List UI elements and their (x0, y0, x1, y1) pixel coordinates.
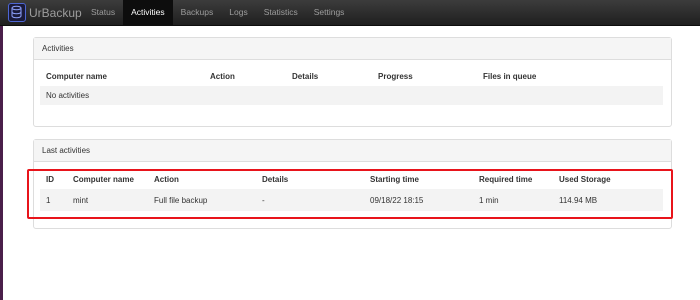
col-action[interactable]: Action (210, 67, 292, 86)
col-progress[interactable]: Progress (378, 67, 483, 86)
urbackup-logo-icon (8, 3, 26, 22)
nav-statistics[interactable]: Statistics (256, 0, 306, 25)
window-edge-strip (0, 0, 3, 300)
cell-used-storage: 114.94 MB (559, 189, 663, 211)
col-details[interactable]: Details (292, 67, 378, 86)
nav-logs[interactable]: Logs (221, 0, 255, 25)
last-activities-panel: Last activities ID Computer name Action … (33, 139, 672, 229)
nav-settings[interactable]: Settings (306, 0, 353, 25)
last-activities-table-header: ID Computer name Action Details Starting… (40, 170, 663, 189)
main-nav: Status Activities Backups Logs Statistic… (83, 0, 352, 25)
activities-panel-title: Activities (34, 38, 671, 60)
col-details[interactable]: Details (262, 170, 370, 189)
col-required-time[interactable]: Required time (479, 170, 559, 189)
brand-name: UrBackup (29, 5, 82, 20)
nav-status[interactable]: Status (83, 0, 123, 25)
no-activities-message: No activities (40, 86, 663, 105)
nav-activities[interactable]: Activities (123, 0, 173, 25)
nav-backups[interactable]: Backups (173, 0, 222, 25)
col-files-in-queue[interactable]: Files in queue (483, 67, 663, 86)
table-row[interactable]: 1 mint Full file backup - 09/18/22 18:15… (40, 189, 663, 211)
activities-table: Computer name Action Details Progress Fi… (40, 67, 663, 105)
col-computer-name[interactable]: Computer name (73, 170, 154, 189)
empty-row: No activities (40, 86, 663, 105)
activities-table-header: Computer name Action Details Progress Fi… (40, 67, 663, 86)
activities-panel: Activities Computer name Action Details … (33, 37, 672, 127)
col-used-storage[interactable]: Used Storage (559, 170, 663, 189)
cell-action: Full file backup (154, 189, 262, 211)
col-starting-time[interactable]: Starting time (370, 170, 479, 189)
cell-details: - (262, 189, 370, 211)
col-id[interactable]: ID (40, 170, 73, 189)
cell-computer-name: mint (73, 189, 154, 211)
last-activities-panel-title: Last activities (34, 140, 671, 162)
col-computer-name[interactable]: Computer name (40, 67, 210, 86)
cell-id: 1 (40, 189, 73, 211)
brand[interactable]: UrBackup (8, 2, 82, 23)
top-navbar: UrBackup Status Activities Backups Logs … (0, 0, 700, 26)
col-action[interactable]: Action (154, 170, 262, 189)
cell-starting-time: 09/18/22 18:15 (370, 189, 479, 211)
last-activities-table: ID Computer name Action Details Starting… (40, 170, 663, 211)
cell-required-time: 1 min (479, 189, 559, 211)
